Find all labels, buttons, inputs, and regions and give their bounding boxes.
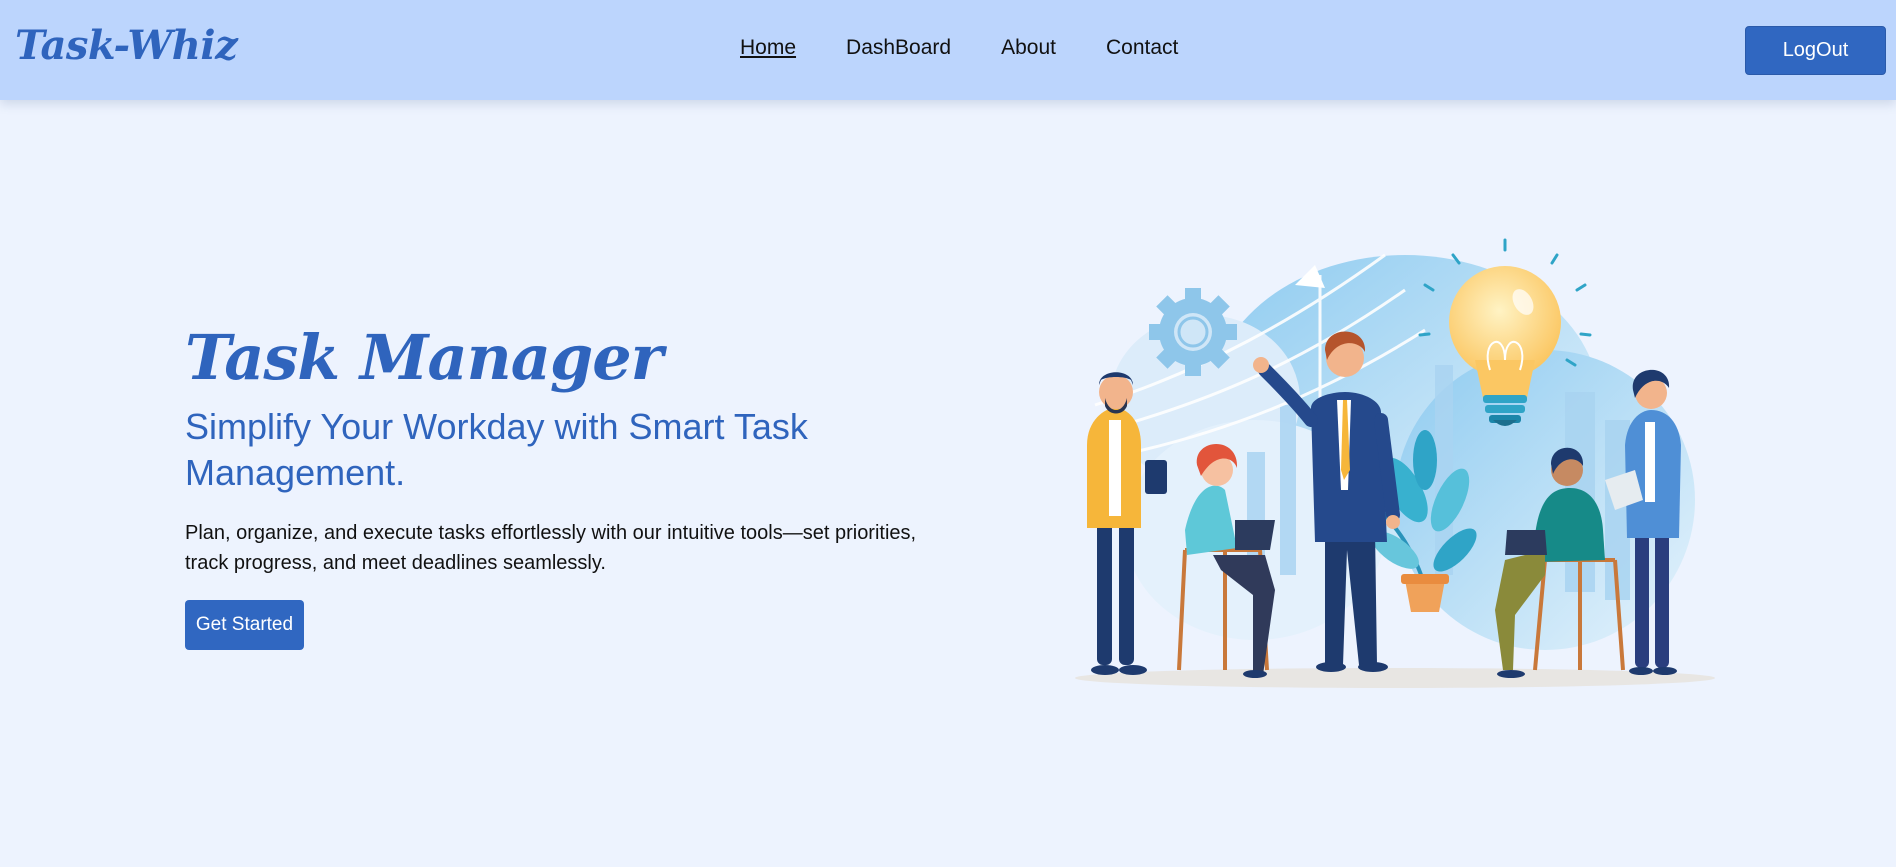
nav-link-contact[interactable]: Contact (1106, 36, 1178, 60)
nav-link-home[interactable]: Home (740, 36, 796, 60)
logout-button[interactable]: LogOut (1745, 26, 1886, 75)
brand-logo[interactable]: Task-Whiz (15, 22, 238, 69)
nav-links: Home DashBoard About Contact (740, 36, 1178, 60)
hero-section: Task Manager Simplify Your Workday with … (185, 318, 945, 650)
top-navbar: Task-Whiz Home DashBoard About Contact L… (0, 0, 1896, 100)
hero-description: Plan, organize, and execute tasks effort… (185, 522, 917, 574)
hero-title: Task Manager (185, 321, 663, 394)
nav-link-about[interactable]: About (1001, 36, 1056, 60)
floor-shadow (1075, 668, 1715, 688)
team-illustration (1075, 238, 1715, 688)
hero-subtitle: Simplify Your Workday with Smart Task Ma… (185, 406, 808, 493)
get-started-button[interactable]: Get Started (185, 600, 304, 650)
nav-link-dashboard[interactable]: DashBoard (846, 36, 951, 60)
gear-icon (1149, 288, 1237, 376)
